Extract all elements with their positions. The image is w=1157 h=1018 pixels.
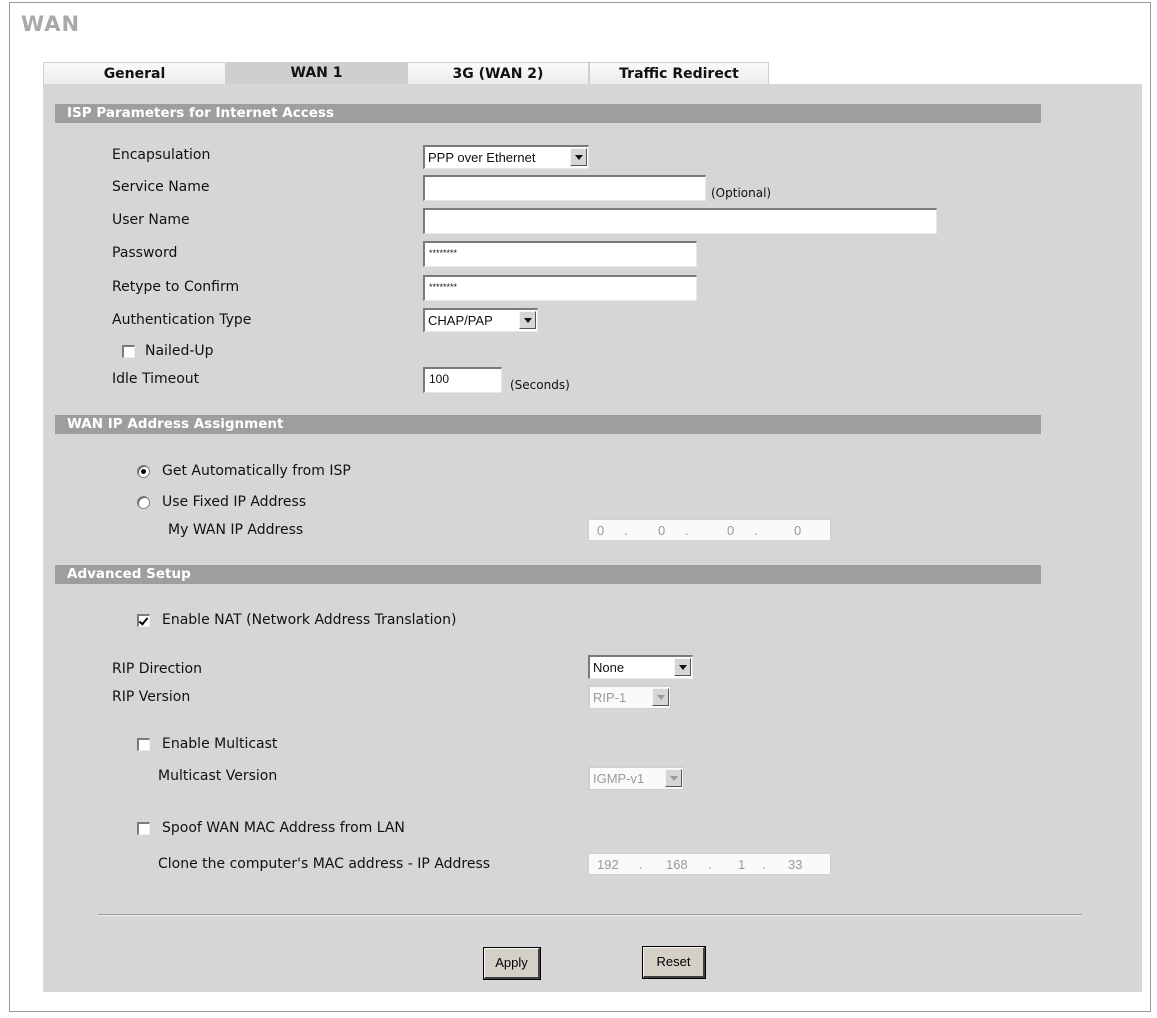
rip-version-label: RIP Version	[112, 689, 191, 705]
encapsulation-value: PPP over Ethernet	[428, 150, 536, 165]
multicast-version-select[interactable]: IGMP-v1	[588, 766, 684, 790]
clone-mac-ip-input[interactable]: 192 . 168 . 1 . 33	[588, 853, 831, 875]
auth-type-value: CHAP/PAP	[428, 313, 493, 328]
idle-timeout-label: Idle Timeout	[112, 371, 200, 387]
nailed-up-checkbox[interactable]	[122, 345, 135, 358]
ip-dot: .	[708, 857, 712, 872]
tab-3g-wan2[interactable]: 3G (WAN 2)	[407, 62, 589, 84]
use-fixed-ip-radio[interactable]	[137, 496, 150, 509]
chevron-down-icon	[652, 688, 669, 706]
isp-section-header: ISP Parameters for Internet Access	[55, 104, 1041, 123]
rip-direction-label: RIP Direction	[112, 661, 202, 677]
chevron-down-icon	[665, 769, 682, 787]
tab-general[interactable]: General	[43, 62, 226, 84]
auth-type-label: Authentication Type	[112, 312, 252, 328]
my-wan-ip-input[interactable]: 0 . 0 . 0 . 0	[588, 519, 831, 541]
apply-button[interactable]: Apply	[483, 947, 541, 980]
password-label: Password	[112, 245, 178, 261]
chevron-down-icon	[674, 658, 691, 676]
spoof-wan-mac-label: Spoof WAN MAC Address from LAN	[162, 820, 405, 836]
get-automatically-radio[interactable]	[137, 465, 150, 478]
chevron-down-icon	[570, 148, 587, 166]
spoof-wan-mac-checkbox[interactable]	[137, 822, 150, 835]
encapsulation-select[interactable]: PPP over Ethernet	[423, 145, 589, 169]
tab-traffic-redirect[interactable]: Traffic Redirect	[589, 62, 769, 84]
rip-direction-select[interactable]: None	[588, 655, 693, 679]
rip-direction-value: None	[593, 660, 625, 675]
my-wan-ip-label: My WAN IP Address	[168, 522, 304, 538]
rip-version-value: RIP-1	[593, 690, 627, 705]
ip-dot: .	[639, 857, 643, 872]
ip-octet: 0	[658, 523, 666, 538]
multicast-version-value: IGMP-v1	[593, 771, 645, 786]
use-fixed-ip-label: Use Fixed IP Address	[162, 494, 307, 510]
service-name-input[interactable]	[423, 175, 706, 201]
ip-octet: 0	[794, 523, 802, 538]
retype-password-input[interactable]: ********	[423, 275, 697, 301]
reset-button[interactable]: Reset	[642, 946, 706, 979]
ip-dot: .	[685, 523, 689, 538]
password-input[interactable]: ********	[423, 241, 697, 267]
ip-dot: .	[754, 523, 758, 538]
enable-nat-checkbox[interactable]	[137, 614, 150, 627]
service-name-label: Service Name	[112, 179, 210, 195]
enable-nat-label: Enable NAT (Network Address Translation)	[162, 612, 457, 628]
encapsulation-label: Encapsulation	[112, 147, 211, 163]
enable-multicast-checkbox[interactable]	[137, 738, 150, 751]
user-name-label: User Name	[112, 212, 190, 228]
service-name-optional-hint: (Optional)	[711, 186, 772, 200]
ip-octet: 0	[727, 523, 735, 538]
ip-octet: 168	[666, 857, 688, 872]
auth-type-select[interactable]: CHAP/PAP	[423, 308, 538, 332]
page-title: WAN	[21, 12, 81, 36]
ip-dot: .	[762, 857, 766, 872]
tab-wan1[interactable]: WAN 1	[226, 62, 407, 84]
divider	[98, 914, 1082, 916]
enable-multicast-label: Enable Multicast	[162, 736, 278, 752]
idle-timeout-seconds-hint: (Seconds)	[510, 378, 570, 392]
user-name-input[interactable]	[423, 208, 937, 234]
get-automatically-label: Get Automatically from ISP	[162, 463, 351, 479]
ip-octet: 33	[788, 857, 803, 872]
ip-octet: 1	[738, 857, 746, 872]
idle-timeout-input[interactable]: 100	[423, 367, 502, 393]
ip-octet: 192	[597, 857, 619, 872]
advanced-section-header: Advanced Setup	[55, 565, 1041, 584]
rip-version-select[interactable]: RIP-1	[588, 685, 671, 709]
multicast-version-label: Multicast Version	[158, 768, 278, 784]
nailed-up-label: Nailed-Up	[145, 343, 214, 359]
clone-mac-ip-label: Clone the computer's MAC address - IP Ad…	[158, 856, 491, 872]
retype-password-label: Retype to Confirm	[112, 279, 240, 295]
ip-dot: .	[624, 523, 628, 538]
ip-octet: 0	[597, 523, 605, 538]
chevron-down-icon	[519, 311, 536, 329]
wan-ip-section-header: WAN IP Address Assignment	[55, 415, 1041, 434]
